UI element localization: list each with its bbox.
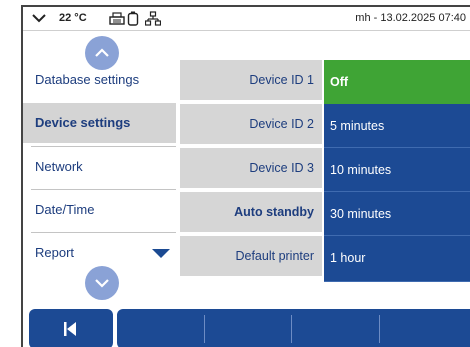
toolbar-divider <box>204 315 205 343</box>
bottom-toolbar <box>23 307 470 347</box>
setting-default-printer[interactable]: Default printer <box>180 236 322 278</box>
skip-back-icon <box>64 322 76 336</box>
chevron-up-icon <box>95 48 109 57</box>
setting-device-id-2[interactable]: Device ID 2 <box>180 104 322 146</box>
scroll-down-button[interactable] <box>85 266 119 300</box>
option-10-minutes[interactable]: 10 minutes <box>324 148 470 192</box>
option-off[interactable]: Off <box>324 60 470 104</box>
temperature-readout: 22 °C <box>59 12 87 24</box>
menu-item-label: Date/Time <box>35 202 95 217</box>
option-30-minutes[interactable]: 30 minutes <box>324 192 470 236</box>
option-1-hour[interactable]: 1 hour <box>324 236 470 282</box>
scroll-up-button[interactable] <box>85 36 119 70</box>
dropdown-caret-icon <box>152 249 170 258</box>
toolbar-button-group <box>117 309 470 347</box>
back-button[interactable] <box>29 309 113 347</box>
setting-device-id-1[interactable]: Device ID 1 <box>180 60 322 102</box>
option-5-minutes[interactable]: 5 minutes <box>324 104 470 148</box>
setting-auto-standby[interactable]: Auto standby <box>180 192 322 234</box>
menu-item-label: Network <box>35 159 83 174</box>
status-bar: 22 °C mh - 13.02.2025 07:40 <box>23 7 470 31</box>
battery-icon <box>127 11 139 26</box>
toolbar-divider <box>291 315 292 343</box>
toolbar-divider <box>379 315 380 343</box>
app-frame: 22 °C mh - 13.02.2025 07:40 Database set… <box>21 5 470 347</box>
menu-item-date-time[interactable]: Date/Time <box>23 190 176 230</box>
menu-item-label: Database settings <box>35 72 140 87</box>
network-icon <box>145 11 161 26</box>
setting-device-id-3[interactable]: Device ID 3 <box>180 148 322 190</box>
user-datetime: mh - 13.02.2025 07:40 <box>355 12 466 24</box>
printer-icon <box>109 12 125 25</box>
menu-item-network[interactable]: Network <box>23 147 176 187</box>
menu-item-device-settings[interactable]: Device settings <box>23 103 176 143</box>
chevron-down-icon[interactable] <box>31 11 47 25</box>
menu-item-label: Device settings <box>35 115 131 130</box>
chevron-down-icon <box>95 279 109 288</box>
menu-item-label: Report <box>35 245 75 260</box>
